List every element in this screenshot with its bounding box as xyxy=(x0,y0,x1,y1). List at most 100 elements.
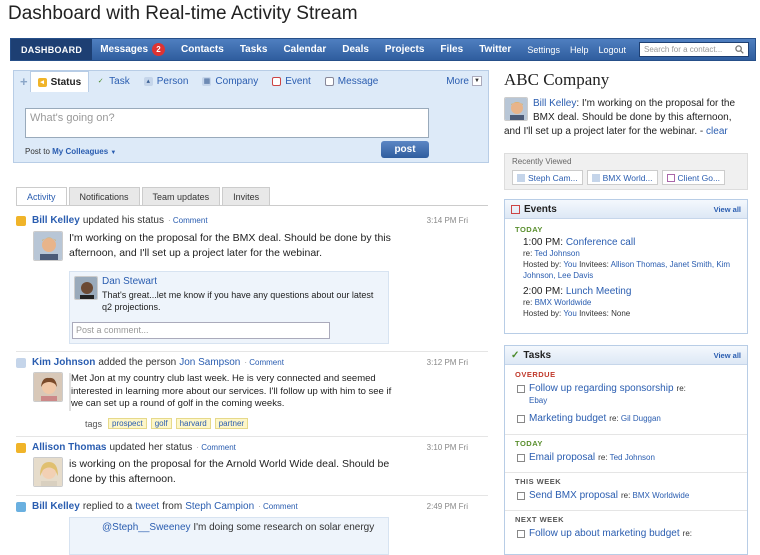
nav-contacts[interactable]: Contacts xyxy=(173,44,232,55)
feed-object-link[interactable]: Steph Campion xyxy=(185,501,254,512)
avatar[interactable] xyxy=(33,457,63,487)
person-icon: ▴ xyxy=(143,76,153,86)
composer-tab-message[interactable]: Message xyxy=(318,71,386,91)
person-icon xyxy=(16,357,26,368)
nav-dashboard[interactable]: DASHBOARD xyxy=(11,39,93,60)
tag[interactable]: harvard xyxy=(175,418,211,429)
composer-tab-company[interactable]: ▦ Company xyxy=(195,71,265,91)
event-title-link[interactable]: Conference call xyxy=(566,237,635,248)
tag-list: tags prospect golf harvard partner xyxy=(85,418,249,429)
feed-item: Allison Thomas updated her status Commen… xyxy=(16,442,488,494)
task-title-link[interactable]: Marketing budget xyxy=(529,413,606,424)
comment-input[interactable]: Post a comment... xyxy=(72,322,330,339)
nav-calendar[interactable]: Calendar xyxy=(275,44,334,55)
event-title-link[interactable]: Lunch Meeting xyxy=(566,286,632,297)
recent-item[interactable]: Client Go... xyxy=(661,170,726,185)
reply-author[interactable]: Dan Stewart xyxy=(102,276,157,287)
tab-invites[interactable]: Invites xyxy=(222,187,271,206)
comment-link[interactable]: Comment xyxy=(168,216,208,225)
tab-activity[interactable]: Activity xyxy=(16,187,67,206)
composer-tab-event[interactable]: Event xyxy=(265,71,318,91)
nav-tasks[interactable]: Tasks xyxy=(232,44,276,55)
tag[interactable]: partner xyxy=(214,418,249,429)
task-checkbox[interactable] xyxy=(517,415,525,423)
nav-messages[interactable]: Messages 2 xyxy=(92,43,173,56)
status-input[interactable]: What's going on? xyxy=(25,108,429,138)
company-icon xyxy=(591,173,600,182)
task-item: Follow up about marketing budget re: xyxy=(505,528,747,540)
person-icon xyxy=(517,173,525,182)
search-placeholder: Search for a contact... xyxy=(644,45,723,54)
feed-timestamp: 3:14 PM Fri xyxy=(426,216,468,225)
tag[interactable]: golf xyxy=(150,418,172,429)
tab-team-updates[interactable]: Team updates xyxy=(141,187,221,206)
event-item: 1:00 PM: Conference call xyxy=(523,237,636,248)
post-to-value[interactable]: My Colleagues xyxy=(52,147,108,156)
post-button[interactable]: post xyxy=(381,141,429,158)
nav-help[interactable]: Help xyxy=(565,45,594,55)
company-icon: ▦ xyxy=(202,76,212,86)
tasks-panel: ✓ Tasks View all OVERDUE Follow up regar… xyxy=(504,345,748,555)
task-title-link[interactable]: Send BMX proposal xyxy=(529,490,618,501)
tag[interactable]: prospect xyxy=(108,418,147,429)
nav-settings[interactable]: Settings xyxy=(522,45,565,55)
tasks-this-week-label: THIS WEEK xyxy=(505,472,747,486)
tweet-text: I'm doing some research on solar energy xyxy=(193,522,375,533)
status-composer: + ◂ Status ✓ Task ▴ Person ▦ Company Eve… xyxy=(13,70,489,163)
add-icon[interactable]: + xyxy=(20,74,28,89)
composer-tab-status[interactable]: ◂ Status xyxy=(29,71,90,92)
contact-search-input[interactable]: Search for a contact... xyxy=(639,42,749,57)
clear-status-link[interactable]: clear xyxy=(706,126,728,137)
nav-projects[interactable]: Projects xyxy=(377,44,432,55)
feed-timestamp: 3:12 PM Fri xyxy=(426,358,468,367)
recently-viewed: Recently Viewed Steph Cam... BMX World..… xyxy=(504,153,748,190)
nav-twitter[interactable]: Twitter xyxy=(471,44,519,55)
feed-actor[interactable]: Allison Thomas xyxy=(32,442,106,453)
status-author[interactable]: Bill Kelley xyxy=(533,98,576,109)
nav-deals[interactable]: Deals xyxy=(334,44,377,55)
avatar[interactable] xyxy=(33,372,63,402)
nav-files[interactable]: Files xyxy=(432,44,471,55)
task-title-link[interactable]: Email proposal xyxy=(529,452,595,463)
event-item: 2:00 PM: Lunch Meeting xyxy=(523,286,632,297)
task-checkbox[interactable] xyxy=(517,530,525,538)
feed-object-link[interactable]: Jon Sampson xyxy=(179,357,240,368)
checkmark-icon: ✓ xyxy=(511,349,520,361)
task-title-link[interactable]: Follow up regarding sponsorship xyxy=(529,383,674,394)
recent-item[interactable]: BMX World... xyxy=(586,170,658,185)
right-sidebar: ABC Company Bill Kelley: I'm working on … xyxy=(504,70,748,555)
status-icon: ◂ xyxy=(37,77,47,87)
events-title: Events xyxy=(524,203,557,215)
tasks-title: Tasks xyxy=(523,349,552,361)
avatar[interactable] xyxy=(504,97,528,121)
task-checkbox[interactable] xyxy=(517,492,525,500)
task-checkbox[interactable] xyxy=(517,454,525,462)
feed-actor[interactable]: Kim Johnson xyxy=(32,357,95,368)
tab-notifications[interactable]: Notifications xyxy=(68,187,140,206)
feed-actor[interactable]: Bill Kelley xyxy=(32,501,80,512)
comment-link[interactable]: Comment xyxy=(258,502,298,511)
tweet-quote: @Steph__Sweeney I'm doing some research … xyxy=(69,517,389,555)
recent-item[interactable]: Steph Cam... xyxy=(512,170,583,185)
task-checkbox[interactable] xyxy=(517,385,525,393)
search-icon xyxy=(735,45,744,54)
task-title-link[interactable]: Follow up about marketing budget xyxy=(529,528,680,539)
avatar[interactable] xyxy=(74,276,98,300)
tasks-view-all[interactable]: View all xyxy=(714,351,741,360)
avatar[interactable] xyxy=(33,231,63,261)
composer-tab-task[interactable]: ✓ Task xyxy=(89,71,137,91)
calendar-icon xyxy=(272,76,282,86)
comment-link[interactable]: Comment xyxy=(244,358,284,367)
feed-body: Met Jon at my country club last week. He… xyxy=(69,373,399,411)
checkmark-icon: ✓ xyxy=(97,77,104,85)
comment-link[interactable]: Comment xyxy=(196,443,236,452)
composer-tab-person[interactable]: ▴ Person xyxy=(137,71,196,91)
feed-actor[interactable]: Bill Kelley xyxy=(32,215,80,226)
composer-more-dropdown[interactable]: More ▼ xyxy=(446,76,482,87)
nav-logout[interactable]: Logout xyxy=(593,45,631,55)
tweet-link[interactable]: tweet xyxy=(135,501,159,512)
post-to-selector[interactable]: Post to My Colleagues ▼ xyxy=(25,147,116,156)
tweet-user[interactable]: @Steph__Sweeney xyxy=(102,522,191,533)
events-view-all[interactable]: View all xyxy=(714,205,741,214)
nav-messages-label: Messages xyxy=(100,44,149,55)
